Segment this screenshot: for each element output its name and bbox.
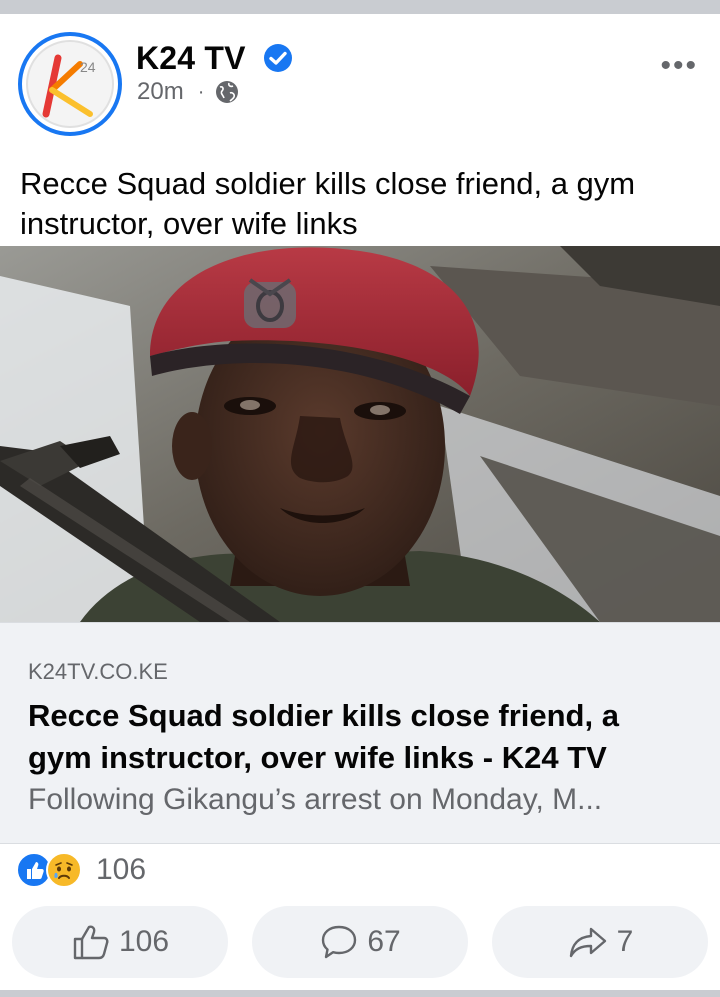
verified-badge-icon	[264, 44, 292, 72]
post-caption: Recce Squad soldier kills close friend, …	[20, 166, 636, 241]
share-icon	[569, 927, 606, 958]
link-title: Recce Squad soldier kills close friend, …	[28, 698, 619, 775]
page-avatar[interactable]: 24	[18, 32, 122, 136]
more-options-button[interactable]: •••	[660, 51, 698, 81]
post-actions: 106 67 7	[12, 906, 708, 978]
reaction-icons	[16, 850, 90, 890]
reaction-count: 106	[96, 853, 147, 886]
post-meta: 20m ·	[137, 78, 240, 106]
page-name[interactable]: K24 TV	[136, 40, 246, 77]
link-description: Following Gikangu’s arrest on Monday, M.…	[28, 783, 603, 816]
soldier-photo	[0, 246, 720, 622]
facebook-post: 24 K24 TV 20m · ••• Recce Squad soldier …	[0, 14, 720, 990]
post-photo[interactable]	[0, 246, 720, 622]
share-button[interactable]: 7	[492, 906, 708, 978]
globe-icon	[216, 81, 239, 103]
post-time[interactable]: 20m	[137, 78, 184, 106]
like-button[interactable]: 106	[12, 906, 228, 978]
comment-icon	[322, 925, 357, 959]
comment-button[interactable]: 67	[252, 906, 468, 978]
link-preview-card[interactable]: K24TV.CO.KE Recce Squad soldier kills cl…	[0, 622, 720, 844]
link-domain: K24TV.CO.KE	[28, 659, 168, 684]
meta-separator: ·	[197, 80, 205, 103]
share-count: 7	[616, 925, 634, 958]
reactions-summary[interactable]: 106	[16, 850, 146, 890]
thumbs-up-icon	[73, 925, 109, 960]
logo-text: 24	[80, 59, 96, 75]
sad-reaction-icon	[46, 852, 82, 888]
comment-count: 67	[367, 925, 401, 958]
like-count: 106	[118, 925, 170, 958]
k24-logo: 24	[26, 40, 114, 128]
